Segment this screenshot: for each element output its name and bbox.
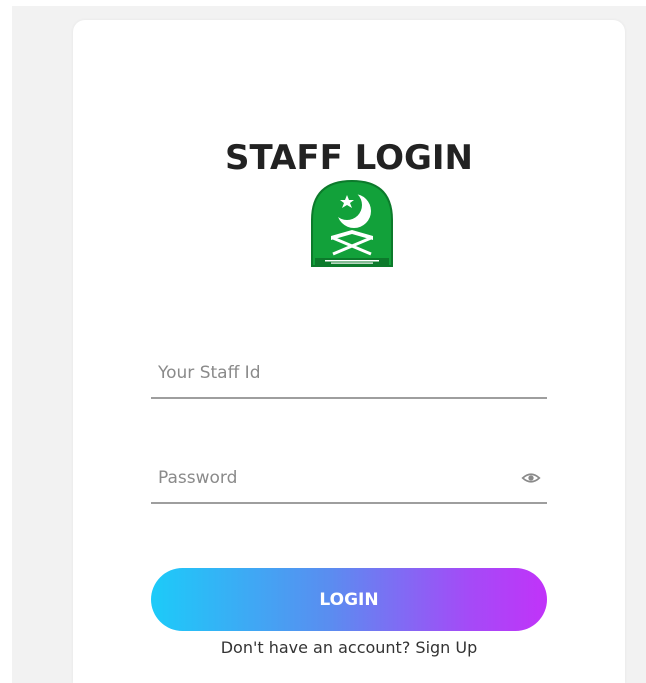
page-title: STAFF LOGIN — [224, 138, 473, 178]
school-logo-icon — [311, 179, 393, 267]
signup-line: Don't have an account? Sign Up — [73, 638, 625, 657]
login-button[interactable]: LOGIN — [151, 568, 547, 631]
login-card: STAFF LOGIN LOGIN Don't have an account?… — [73, 20, 625, 683]
staff-id-input[interactable] — [151, 353, 498, 393]
staff-id-field[interactable] — [151, 353, 547, 399]
signup-prompt: Don't have an account? — [220, 638, 411, 657]
password-input[interactable] — [151, 458, 498, 498]
eye-icon[interactable] — [521, 468, 541, 488]
signup-link[interactable]: Sign Up — [415, 638, 477, 657]
password-field[interactable] — [151, 458, 547, 504]
